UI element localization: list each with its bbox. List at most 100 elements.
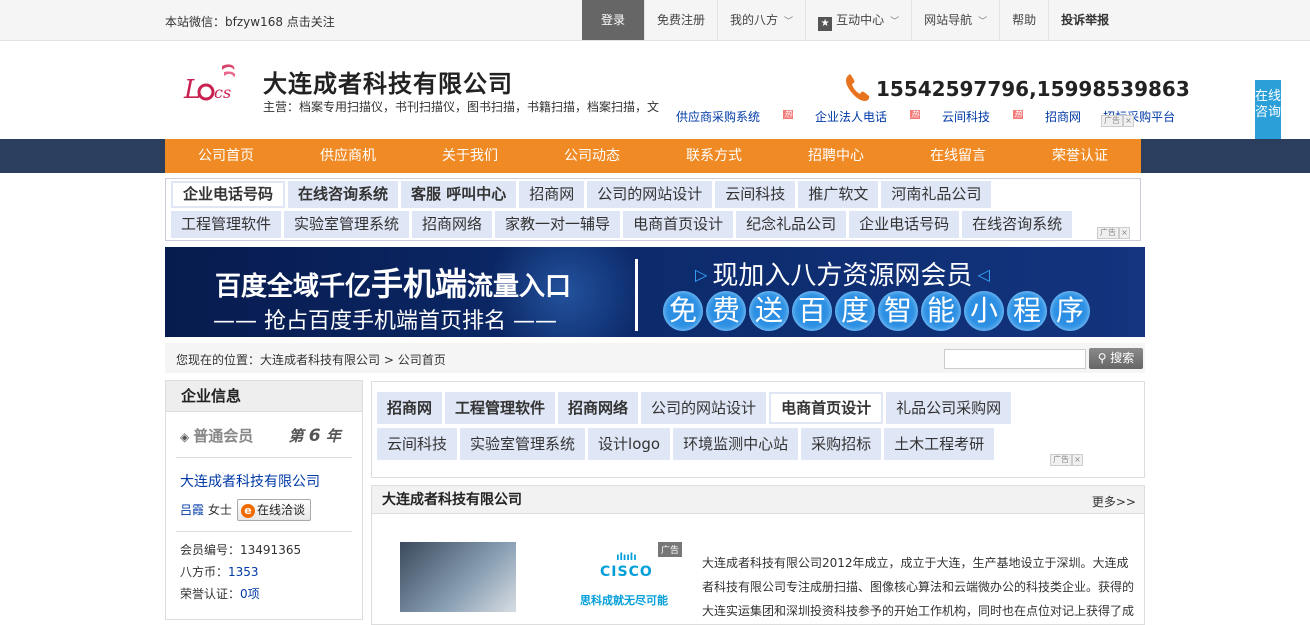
keyword-ad-tag: 广告 × xyxy=(1097,224,1130,239)
banner-join-text: ▷ 现加入八方资源网会员 ◁ xyxy=(695,261,990,291)
header-ad-tag: 广告 × xyxy=(1101,112,1134,127)
diamond-icon: ◈ xyxy=(180,430,190,444)
nav-contact[interactable]: 联系方式 xyxy=(653,139,775,173)
keyword-ad-tag: 广告 × xyxy=(1050,451,1083,466)
promo-banner[interactable]: 百度全域千亿手机端流量入口 —— 抢占百度手机端首页排名 —— ▷ 现加入八方资… xyxy=(165,247,1145,337)
keyword-link[interactable]: 土木工程考研 xyxy=(884,428,995,460)
keyword-link[interactable]: 礼品公司采购网 xyxy=(886,392,1012,424)
online-chat-button[interactable]: e 在线洽谈 xyxy=(237,499,312,521)
ad-label: 广告 xyxy=(1101,115,1123,127)
banner-headline: 百度全域千亿手机端流量入口 xyxy=(215,265,572,303)
keyword-link[interactable]: 家教一对一辅导 xyxy=(495,211,621,238)
company-name: 大连成者科技有限公司 xyxy=(263,70,513,98)
header-link-yunjian[interactable]: 云间科技热 xyxy=(942,108,1024,125)
search-button[interactable]: ⚲ 搜索 xyxy=(1089,348,1143,369)
header-link-supplier[interactable]: 供应商采购系统热 xyxy=(676,108,794,125)
keyword-link[interactable]: 纪念礼品公司 xyxy=(736,211,847,238)
nav-jobs[interactable]: 招聘中心 xyxy=(775,139,897,173)
keyword-link[interactable]: 实验室管理系统 xyxy=(460,428,586,460)
help-link[interactable]: 帮助 xyxy=(999,0,1048,40)
banner-circle-row: 免 费 送 百 度 智 能 小 程 序 xyxy=(663,291,1093,331)
keyword-link[interactable]: 招商网络 xyxy=(412,211,493,238)
keyword-link[interactable]: 公司的网站设计 xyxy=(587,181,713,208)
keyword-link[interactable]: 河南礼品公司 xyxy=(881,181,992,208)
login-link[interactable]: 登录 xyxy=(582,0,645,40)
keyword-link[interactable]: 电商首页设计 xyxy=(623,211,734,238)
nav-supply[interactable]: 供应商机 xyxy=(287,139,409,173)
close-icon[interactable]: × xyxy=(1123,115,1134,127)
complaint-link[interactable]: 投诉举报 xyxy=(1048,0,1121,40)
keyword-link[interactable]: 云间科技 xyxy=(715,181,796,208)
triangle-left-icon: ◁ xyxy=(972,265,990,284)
company-intro-section: 大连成者科技有限公司 更多>> ılıılı CISCO 思科成就无尽可能 广告 … xyxy=(371,485,1145,625)
nav-message[interactable]: 在线留言 xyxy=(897,139,1019,173)
keyword-link[interactable]: 企业电话号码 xyxy=(849,211,960,238)
keyword-link[interactable]: 环境监测中心站 xyxy=(673,428,799,460)
star-box-icon: ★ xyxy=(818,17,833,31)
banner-circle-char: 小 xyxy=(964,291,1004,331)
nav-about[interactable]: 关于我们 xyxy=(409,139,531,173)
keyword-link[interactable]: 云间科技 xyxy=(377,428,458,460)
keyword-link[interactable]: 招商网 xyxy=(519,181,585,208)
ie-chat-icon: e xyxy=(241,504,255,518)
ad-label: 广告 xyxy=(1050,454,1072,466)
keyword-link[interactable]: 公司的网站设计 xyxy=(641,392,767,424)
member-number: 会员编号：13491365 xyxy=(180,543,302,557)
nav-home[interactable]: 公司首页 xyxy=(165,139,287,173)
breadcrumb-home[interactable]: 公司首页 xyxy=(398,353,446,367)
keyword-link[interactable]: 在线咨询系统 xyxy=(288,181,399,208)
more-link[interactable]: 更多>> xyxy=(1092,493,1136,510)
keyword-link[interactable]: 推广软文 xyxy=(798,181,879,208)
honor-certification: 荣誉认证：0项 xyxy=(180,587,260,601)
hot-badge-icon: 热 xyxy=(783,110,794,119)
header-link-zhaoshang[interactable]: 招商网 xyxy=(1045,108,1081,125)
contact-person: 吕霞 女士 xyxy=(180,503,232,517)
breadcrumb: 您现在的位置：大连成者科技有限公司 > 公司首页 xyxy=(176,353,446,367)
hot-badge-icon: 热 xyxy=(1013,110,1024,119)
cisco-ad[interactable]: ılıılı CISCO 思科成就无尽可能 广告 xyxy=(400,542,692,612)
chevron-down-icon: ﹀ xyxy=(978,17,988,27)
ad-flag: 广告 xyxy=(658,542,683,557)
keyword-link[interactable]: 实验室管理系统 xyxy=(284,211,410,238)
banner-divider xyxy=(635,259,638,331)
keyword-row: 工程管理软件 实验室管理系统 招商网络 家教一对一辅导 电商首页设计 纪念礼品公… xyxy=(171,211,1075,238)
keyword-link[interactable]: 客服 呼叫中心 xyxy=(401,181,517,208)
keyword-link[interactable]: 设计logo xyxy=(588,428,671,460)
company-intro-text: 大连成者科技有限公司2012年成立，成立于大连，生产基地设立于深圳。大连成者科技… xyxy=(702,556,1135,618)
close-icon[interactable]: × xyxy=(1072,454,1083,466)
sidebar-company-link[interactable]: 大连成者科技有限公司 xyxy=(180,471,320,491)
search-input[interactable] xyxy=(944,349,1086,369)
keyword-link[interactable]: 在线咨询系统 xyxy=(962,211,1073,238)
banner-circle-char: 程 xyxy=(1007,291,1047,331)
search-icon: ⚲ xyxy=(1097,351,1111,365)
close-icon[interactable]: × xyxy=(1119,227,1130,239)
divider xyxy=(176,531,352,532)
ad-slogan: 思科成就无尽可能 xyxy=(580,594,668,607)
wechat-notice[interactable]: 本站微信：bfzyw168 点击关注 xyxy=(165,13,335,30)
register-link[interactable]: 免费注册 xyxy=(644,0,717,40)
banner-subline: —— 抢占百度手机端首页排名 —— xyxy=(213,309,557,334)
banner-circle-char: 度 xyxy=(835,291,875,331)
divider xyxy=(176,457,352,458)
banner-circle-char: 费 xyxy=(706,291,746,331)
site-nav-menu[interactable]: 网站导航 ﹀ xyxy=(911,0,999,40)
keyword-link[interactable]: 招商网络 xyxy=(558,392,639,424)
nav-honor[interactable]: 荣誉认证 xyxy=(1019,139,1141,173)
sidebar-title: 企业信息 xyxy=(166,381,362,412)
my-bafang-menu[interactable]: 我的八方 ﹀ xyxy=(717,0,805,40)
keyword-link[interactable]: 招商网 xyxy=(377,392,443,424)
keyword-link[interactable]: 工程管理软件 xyxy=(445,392,556,424)
keyword-link[interactable]: 企业电话号码 xyxy=(171,181,286,208)
section-title: 大连成者科技有限公司 xyxy=(372,486,1144,514)
keyword-link[interactable]: 采购招标 xyxy=(801,428,882,460)
main-business: 主营：档案专用扫描仪，书刊扫描仪，图书扫描，书籍扫描，档案扫描，文 xyxy=(263,100,660,114)
nav-news[interactable]: 公司动态 xyxy=(531,139,653,173)
interaction-center-menu[interactable]: ★ 互动中心 ﹀ xyxy=(805,0,911,40)
header-link-phone[interactable]: 企业法人电话热 xyxy=(815,108,921,125)
breadcrumb-company[interactable]: 大连成者科技有限公司 xyxy=(260,353,380,367)
keyword-link[interactable]: 电商首页设计 xyxy=(769,392,884,424)
svg-text:cs: cs xyxy=(214,83,231,102)
keyword-link[interactable]: 工程管理软件 xyxy=(171,211,282,238)
banner-circle-char: 序 xyxy=(1050,291,1090,331)
keyword-ad-box-content: 招商网 工程管理软件 招商网络 公司的网站设计 电商首页设计 礼品公司采购网 云… xyxy=(371,381,1145,478)
